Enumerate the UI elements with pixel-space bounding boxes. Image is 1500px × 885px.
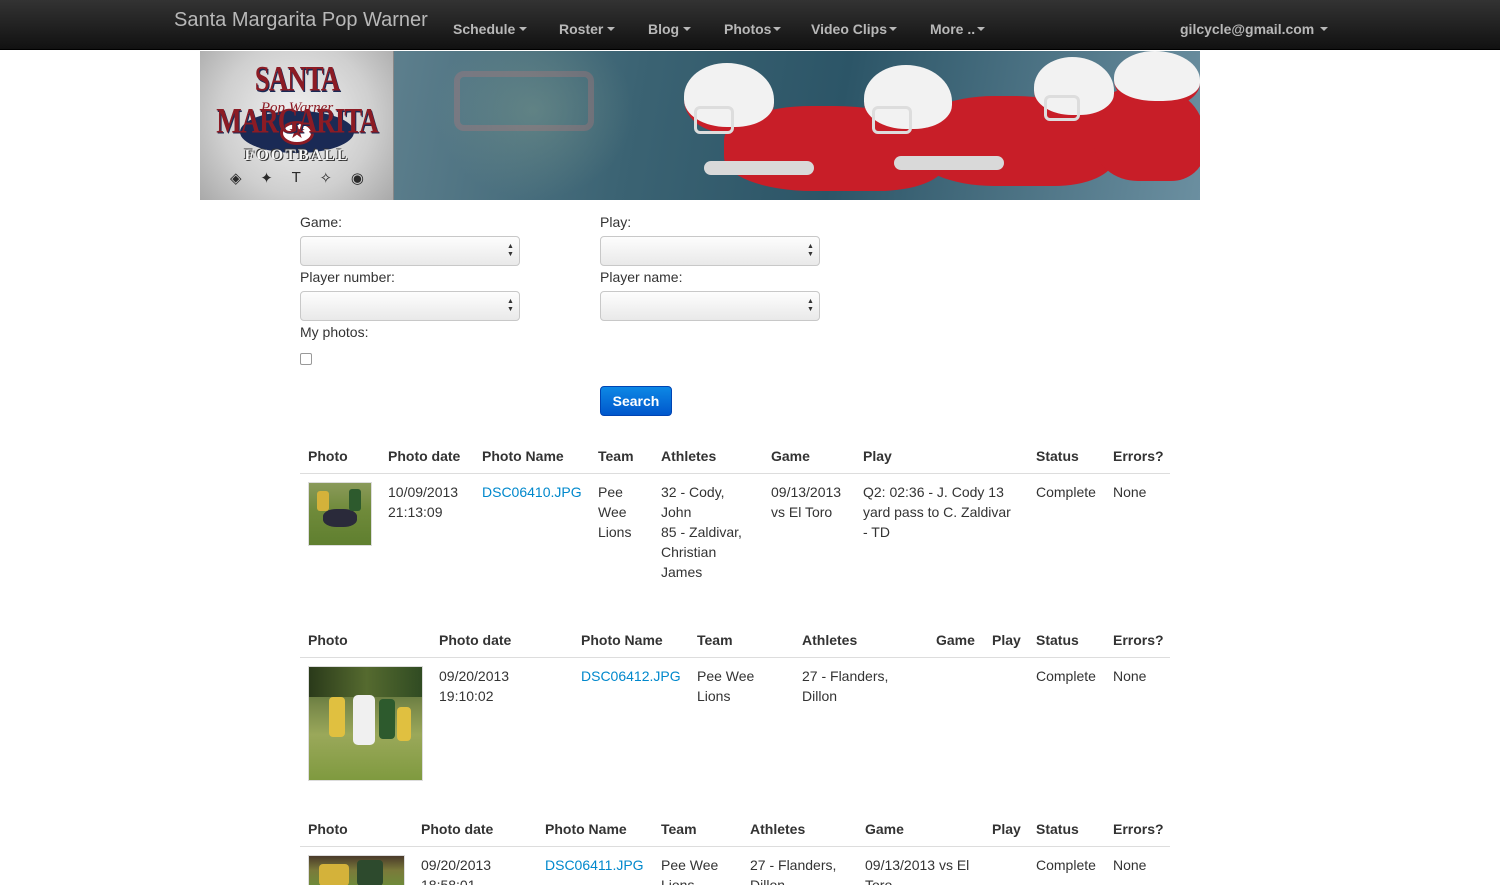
- header-divider: [300, 473, 1170, 474]
- caret-down-icon: [607, 27, 616, 32]
- col-header-photo-name: Photo Name: [581, 632, 663, 648]
- team-cell: Pee Wee Lions: [598, 484, 632, 540]
- brand-link[interactable]: Santa Margarita Pop Warner: [174, 9, 428, 32]
- player-number-select[interactable]: ▲ ▼: [300, 291, 520, 321]
- search-button[interactable]: Search: [600, 386, 672, 416]
- photo-name-link[interactable]: DSC06410.JPG: [482, 482, 582, 502]
- col-header-game: Game: [865, 821, 904, 837]
- col-header-photo-date: Photo date: [421, 821, 494, 837]
- top-navbar: Santa Margarita Pop Warner Schedule Rost…: [0, 0, 1500, 50]
- photo-thumbnail[interactable]: [308, 482, 372, 546]
- mascot-icon: T: [291, 169, 301, 186]
- play-label: Play:: [600, 214, 632, 230]
- col-header-team: Team: [598, 448, 634, 464]
- nav-more[interactable]: More ..: [930, 21, 986, 37]
- col-header-errors: Errors?: [1113, 821, 1164, 837]
- col-header-photo: Photo: [308, 632, 348, 648]
- header-banner: ★ SANTA MARGARITA Pop Warner FOOTBALL ◈ …: [200, 51, 1200, 200]
- athletes-cell: 27 - Flanders, Dillon: [750, 857, 837, 885]
- select-arrows-icon: ▲ ▼: [807, 298, 814, 313]
- col-header-photo: Photo: [308, 448, 348, 464]
- athletes-cell: 32 - Cody, John 85 - Zaldivar, Christian Jam…: [661, 484, 742, 580]
- play-select[interactable]: ▲ ▼: [600, 236, 820, 266]
- col-header-photo-name: Photo Name: [545, 821, 627, 837]
- nav-video-clips[interactable]: Video Clips: [811, 21, 897, 37]
- caret-down-icon: [773, 27, 782, 32]
- user-menu[interactable]: gilcycle@gmail.com: [1180, 21, 1329, 37]
- col-header-status: Status: [1036, 632, 1079, 648]
- game-select[interactable]: ▲ ▼: [300, 236, 520, 266]
- athletes-cell: 27 - Flanders, Dillon: [802, 668, 889, 704]
- header-divider: [300, 846, 1170, 847]
- mascot-icon: ◉: [350, 170, 364, 187]
- col-header-athletes: Athletes: [750, 821, 806, 837]
- photo-date: 09/20/2013 19:10:02: [439, 668, 510, 704]
- play-cell: Q2: 02:36 - J. Cody 13 yard pass to C. Za…: [863, 484, 1011, 540]
- photo-date: 09/20/2013 18:58:01: [421, 857, 492, 885]
- caret-down-icon: [888, 27, 897, 32]
- my-photos-checkbox[interactable]: [300, 353, 312, 365]
- col-header-photo-date: Photo date: [439, 632, 512, 648]
- col-header-play: Play: [992, 821, 1021, 837]
- col-header-photo-date: Photo date: [388, 448, 461, 464]
- col-header-status: Status: [1036, 448, 1079, 464]
- photo-name-link[interactable]: DSC06412.JPG: [581, 666, 681, 686]
- col-header-errors: Errors?: [1113, 632, 1164, 648]
- col-header-game: Game: [771, 448, 810, 464]
- team-mascot-icons: ◈ ✦ T ✧ ◉: [230, 169, 364, 187]
- photo-date: 10/09/2013 21:13:09: [388, 484, 459, 520]
- team-cell: Pee Wee Lions: [661, 857, 719, 885]
- nav-schedule[interactable]: Schedule: [453, 21, 528, 37]
- caret-down-icon: [519, 27, 528, 32]
- col-header-photo-name: Photo Name: [482, 448, 564, 464]
- col-header-team: Team: [661, 821, 697, 837]
- nav-roster[interactable]: Roster: [559, 21, 616, 37]
- select-arrows-icon: ▲ ▼: [507, 243, 514, 258]
- player-name-select[interactable]: ▲ ▼: [600, 291, 820, 321]
- errors-cell: None: [1113, 668, 1147, 684]
- banner-photo: [394, 51, 1200, 200]
- nav-photos[interactable]: Photos: [724, 21, 782, 37]
- nav-blog[interactable]: Blog: [648, 21, 692, 37]
- player-number-label: Player number:: [300, 269, 395, 285]
- game-cell: 09/13/2013 vs El Toro: [865, 857, 970, 885]
- select-arrows-icon: ▲ ▼: [807, 243, 814, 258]
- errors-cell: None: [1113, 484, 1147, 500]
- mascot-icon: ✦: [260, 170, 273, 187]
- player-name-label: Player name:: [600, 269, 683, 285]
- col-header-errors: Errors?: [1113, 448, 1164, 464]
- logo-subtitle: Pop Warner: [260, 100, 334, 116]
- col-header-status: Status: [1036, 821, 1079, 837]
- caret-down-icon: [977, 27, 986, 32]
- club-logo[interactable]: ★ SANTA MARGARITA Pop Warner FOOTBALL ◈ …: [200, 51, 394, 200]
- status-cell: Complete: [1036, 484, 1096, 500]
- mascot-icon: ◈: [230, 170, 242, 187]
- header-divider: [300, 657, 1170, 658]
- col-header-athletes: Athletes: [661, 448, 717, 464]
- photo-thumbnail[interactable]: [308, 666, 423, 781]
- my-photos-label: My photos:: [300, 324, 369, 340]
- photo-thumbnail[interactable]: [308, 855, 405, 885]
- logo-football-text: FOOTBALL: [244, 147, 350, 164]
- photo-name-link[interactable]: DSC06411.JPG: [545, 855, 644, 875]
- col-header-play: Play: [863, 448, 892, 464]
- errors-cell: None: [1113, 857, 1147, 873]
- col-header-photo: Photo: [308, 821, 348, 837]
- game-label: Game:: [300, 214, 343, 230]
- col-header-game: Game: [936, 632, 975, 648]
- caret-down-icon: [683, 27, 692, 32]
- col-header-play: Play: [992, 632, 1021, 648]
- col-header-athletes: Athletes: [802, 632, 858, 648]
- mascot-icon: ✧: [319, 170, 333, 187]
- caret-down-icon: [1320, 27, 1329, 32]
- col-header-team: Team: [697, 632, 733, 648]
- select-arrows-icon: ▲ ▼: [507, 298, 514, 313]
- game-cell: 09/13/2013 vs El Toro: [771, 484, 842, 520]
- status-cell: Complete: [1036, 857, 1096, 873]
- status-cell: Complete: [1036, 668, 1096, 684]
- team-cell: Pee Wee Lions: [697, 668, 755, 704]
